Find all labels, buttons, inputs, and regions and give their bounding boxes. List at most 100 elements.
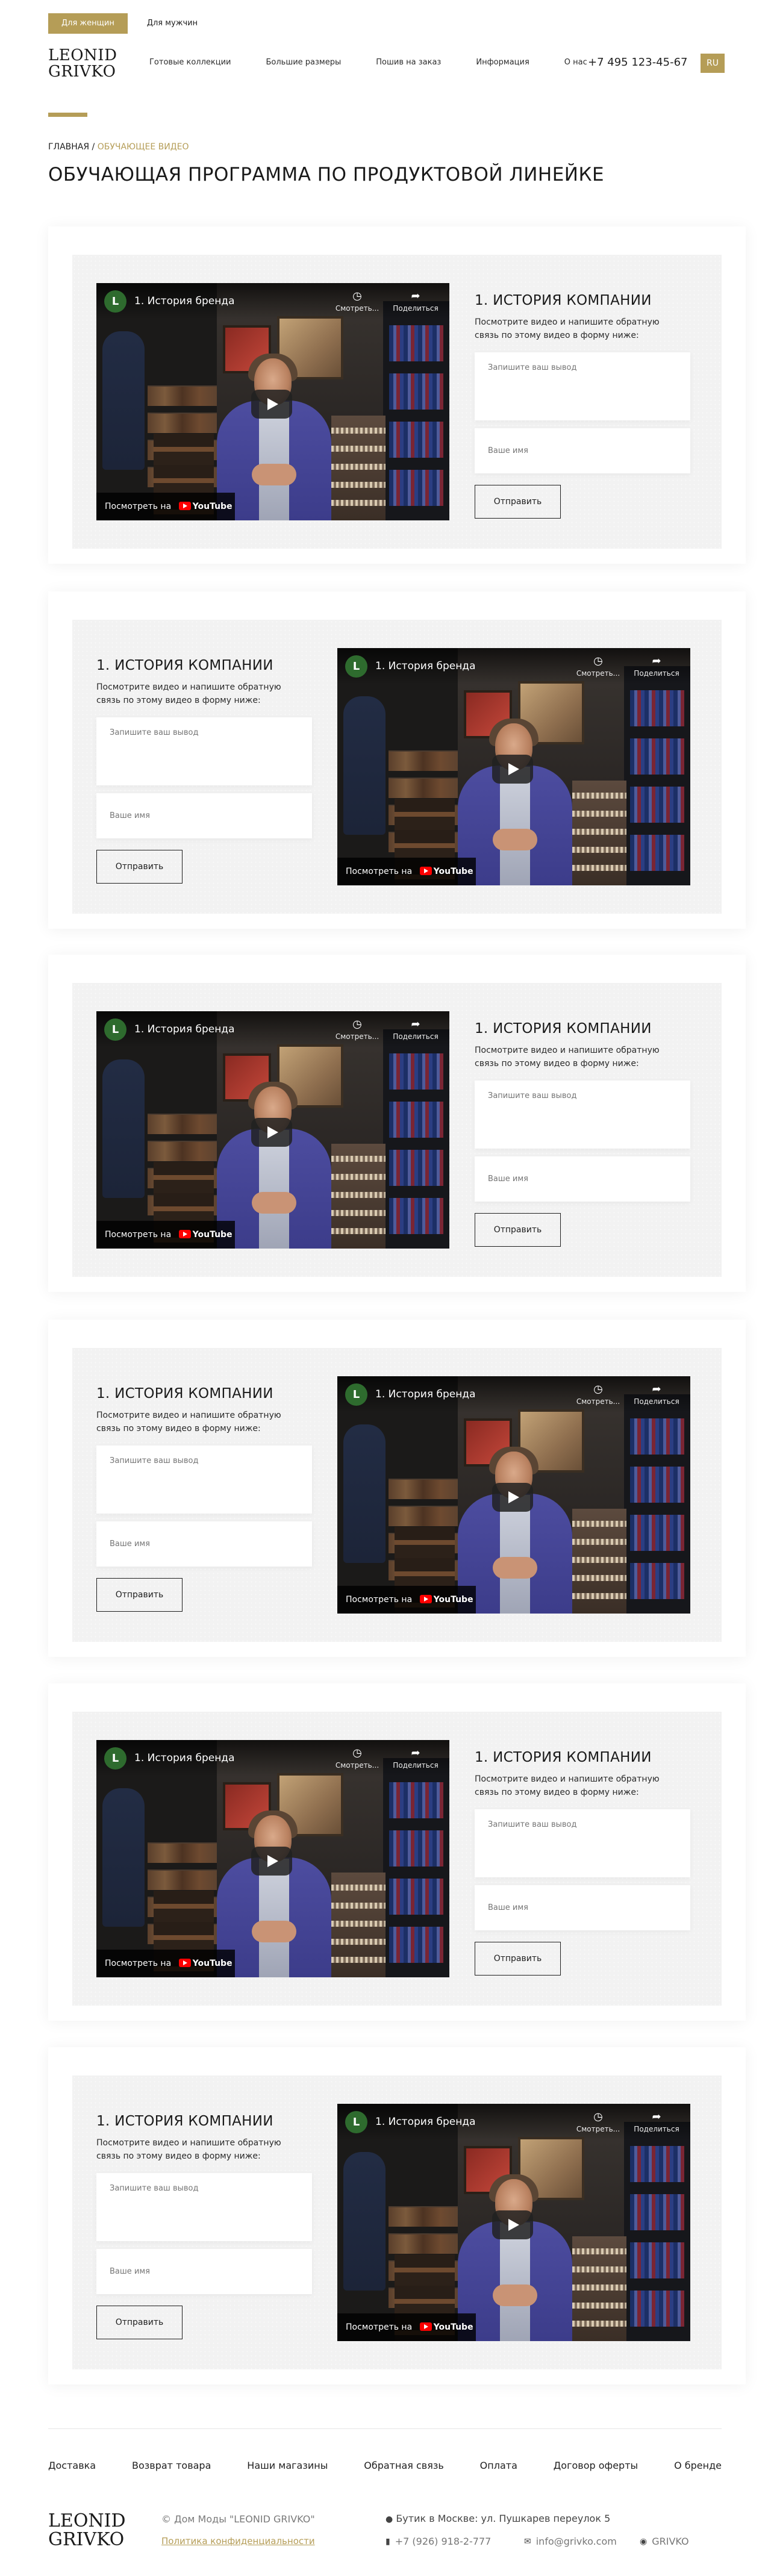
share-button[interactable]: ➦ Поделиться xyxy=(634,1383,679,1406)
watch-on-youtube-button[interactable]: Посмотреть на YouTube xyxy=(337,1586,476,1614)
nav-information[interactable]: Информация xyxy=(476,58,529,67)
play-button[interactable] xyxy=(492,2210,533,2239)
video-title[interactable]: 1. История бренда xyxy=(134,295,234,307)
share-button[interactable]: ➦ Поделиться xyxy=(634,655,679,678)
submit-button[interactable]: Отправить xyxy=(96,2306,183,2339)
nav-ready-collections[interactable]: Готовые коллекции xyxy=(149,58,231,67)
channel-avatar[interactable]: L xyxy=(345,2111,367,2133)
watch-on-youtube-button[interactable]: Посмотреть на YouTube xyxy=(96,1221,235,1249)
footer-link-about-brand[interactable]: О бренде xyxy=(674,2460,722,2471)
video-title[interactable]: 1. История бренда xyxy=(375,660,475,672)
watch-later-label: Смотреть... xyxy=(335,1761,379,1770)
play-button[interactable] xyxy=(492,1483,533,1512)
clock-icon: ◷ xyxy=(593,1383,603,1396)
conclusion-textarea[interactable] xyxy=(475,352,690,420)
privacy-policy-link[interactable]: Политика конфиденциальности xyxy=(161,2536,315,2546)
watch-later-button[interactable]: ◷ Смотреть... xyxy=(334,1747,380,1770)
footer-link-returns[interactable]: Возврат товара xyxy=(132,2460,211,2471)
channel-avatar[interactable]: L xyxy=(345,655,367,678)
footer-instagram[interactable]: ◉ GRIVKO xyxy=(640,2536,689,2547)
video-player[interactable]: L 1. История бренда ◷ Смотреть... ➦ Поде… xyxy=(337,648,690,885)
share-button[interactable]: ➦ Поделиться xyxy=(393,1018,439,1041)
submit-button[interactable]: Отправить xyxy=(475,1942,561,1976)
name-input[interactable] xyxy=(475,428,690,473)
gender-switch: Для женщин Для мужчин xyxy=(48,13,211,34)
footer-email[interactable]: ✉ info@grivko.com xyxy=(524,2536,617,2547)
watch-later-button[interactable]: ◷ Смотреть... xyxy=(334,290,380,313)
share-button[interactable]: ➦ Поделиться xyxy=(393,1747,439,1770)
watch-later-button[interactable]: ◷ Смотреть... xyxy=(575,655,621,678)
watch-later-button[interactable]: ◷ Смотреть... xyxy=(575,2110,621,2133)
footer-link-payment[interactable]: Оплата xyxy=(480,2460,517,2471)
feedback-form: 1. ИСТОРИЯ КОМПАНИИ Посмотрите видео и н… xyxy=(96,648,313,885)
play-button[interactable] xyxy=(492,755,533,784)
video-section: L 1. История бренда ◷ Смотреть... ➦ Поде… xyxy=(48,1683,746,2021)
channel-avatar[interactable]: L xyxy=(345,1383,367,1406)
footer-logo[interactable]: LEONID GRIVKO xyxy=(48,2512,126,2549)
nav-large-sizes[interactable]: Большие размеры xyxy=(266,58,341,67)
video-player[interactable]: L 1. История бренда ◷ Смотреть... ➦ Поде… xyxy=(337,1376,690,1614)
breadcrumb: ГЛАВНАЯ / ОБУЧАЮЩЕЕ ВИДЕО xyxy=(48,142,189,152)
video-title[interactable]: 1. История бренда xyxy=(375,2116,475,2128)
channel-avatar[interactable]: L xyxy=(104,1018,126,1041)
name-input[interactable] xyxy=(96,793,312,838)
share-button[interactable]: ➦ Поделиться xyxy=(634,2110,679,2133)
footer-link-feedback[interactable]: Обратная связь xyxy=(364,2460,444,2471)
video-player[interactable]: L 1. История бренда ◷ Смотреть... ➦ Поде… xyxy=(96,1740,449,1977)
share-icon: ➦ xyxy=(411,1018,420,1031)
video-player[interactable]: L 1. История бренда ◷ Смотреть... ➦ Поде… xyxy=(96,1011,449,1249)
share-button[interactable]: ➦ Поделиться xyxy=(393,290,439,313)
youtube-logo: YouTube xyxy=(419,858,473,885)
play-button[interactable] xyxy=(251,1847,292,1876)
video-player[interactable]: L 1. История бренда ◷ Смотреть... ➦ Поде… xyxy=(96,283,449,520)
footer-phone[interactable]: ▮ +7 (926) 918-2-777 xyxy=(386,2536,491,2547)
watch-later-button[interactable]: ◷ Смотреть... xyxy=(334,1018,380,1041)
submit-button[interactable]: Отправить xyxy=(475,1213,561,1247)
submit-button[interactable]: Отправить xyxy=(96,1578,183,1612)
breadcrumb-separator: / xyxy=(89,142,98,152)
section-description: Посмотрите видео и напишите обратную свя… xyxy=(96,2138,281,2161)
tab-women[interactable]: Для женщин xyxy=(48,13,128,34)
video-title[interactable]: 1. История бренда xyxy=(134,1023,234,1035)
submit-button[interactable]: Отправить xyxy=(475,485,561,519)
logo[interactable]: LEONID GRIVKO xyxy=(48,48,117,80)
watch-on-youtube-button[interactable]: Посмотреть на YouTube xyxy=(337,2313,476,2341)
video-card: L 1. История бренда ◷ Смотреть... ➦ Поде… xyxy=(72,1348,722,1642)
name-input[interactable] xyxy=(475,1885,690,1930)
section-description: Посмотрите видео и напишите обратную свя… xyxy=(96,1411,281,1433)
video-title[interactable]: 1. История бренда xyxy=(375,1388,475,1400)
watch-on-youtube-button[interactable]: Посмотреть на YouTube xyxy=(337,858,476,885)
section-title: 1. ИСТОРИЯ КОМПАНИИ xyxy=(96,1386,273,1402)
footer-link-delivery[interactable]: Доставка xyxy=(48,2460,96,2471)
breadcrumb-home[interactable]: ГЛАВНАЯ xyxy=(48,142,89,152)
section-title: 1. ИСТОРИЯ КОМПАНИИ xyxy=(475,1750,652,1765)
conclusion-textarea[interactable] xyxy=(475,1081,690,1149)
channel-avatar[interactable]: L xyxy=(104,290,126,313)
footer-link-offer[interactable]: Договор оферты xyxy=(554,2460,638,2471)
play-button[interactable] xyxy=(251,390,292,419)
name-input[interactable] xyxy=(96,2249,312,2294)
conclusion-textarea[interactable] xyxy=(96,717,312,785)
video-player[interactable]: L 1. История бренда ◷ Смотреть... ➦ Поде… xyxy=(337,2104,690,2341)
conclusion-textarea[interactable] xyxy=(96,2173,312,2241)
footer-link-stores[interactable]: Наши магазины xyxy=(247,2460,328,2471)
nav-about[interactable]: О нас xyxy=(564,58,587,67)
video-title[interactable]: 1. История бренда xyxy=(134,1752,234,1764)
play-button[interactable] xyxy=(251,1118,292,1147)
header-phone[interactable]: +7 495 123-45-67 xyxy=(588,56,688,69)
breadcrumb-current: ОБУЧАЮЩЕЕ ВИДЕО xyxy=(97,142,189,152)
nav-custom-tailoring[interactable]: Пошив на заказ xyxy=(376,58,441,67)
language-switch[interactable]: RU xyxy=(701,54,725,73)
watch-on-youtube-button[interactable]: Посмотреть на YouTube xyxy=(96,1950,235,1977)
conclusion-textarea[interactable] xyxy=(475,1809,690,1877)
tab-men[interactable]: Для мужчин xyxy=(134,13,211,34)
watch-on-youtube-button[interactable]: Посмотреть на YouTube xyxy=(96,493,235,520)
name-input[interactable] xyxy=(475,1156,690,1202)
watch-later-button[interactable]: ◷ Смотреть... xyxy=(575,1383,621,1406)
submit-button[interactable]: Отправить xyxy=(96,850,183,884)
section-description: Посмотрите видео и напишите обратную свя… xyxy=(475,1774,660,1797)
conclusion-textarea[interactable] xyxy=(96,1445,312,1514)
channel-avatar[interactable]: L xyxy=(104,1747,126,1770)
youtube-icon xyxy=(178,502,191,510)
name-input[interactable] xyxy=(96,1521,312,1567)
